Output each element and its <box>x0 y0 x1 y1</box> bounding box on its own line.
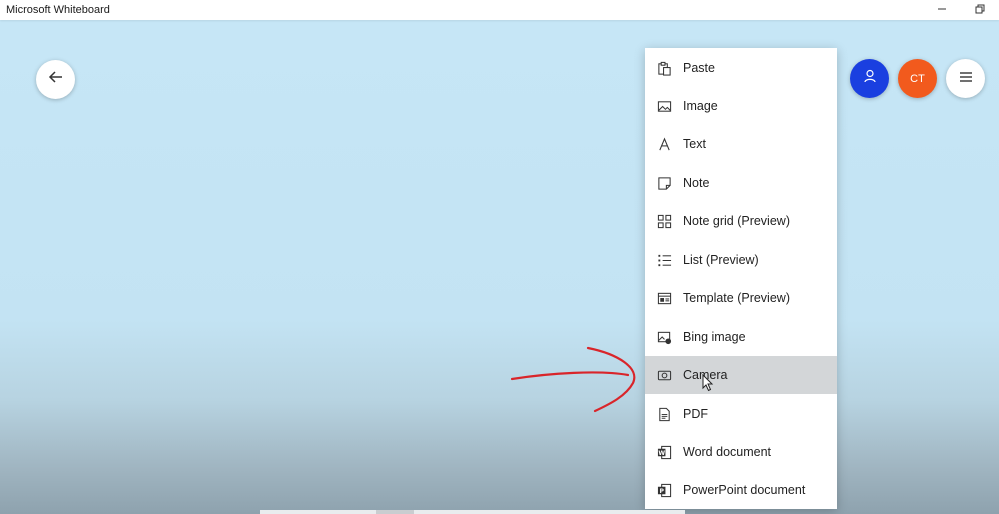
insert-menu: Paste Image Text Note Note grid (Preview… <box>645 48 837 509</box>
menu-item-image[interactable]: Image <box>645 87 837 125</box>
word-icon: W <box>656 444 672 460</box>
whiteboard-canvas[interactable] <box>0 20 999 514</box>
image-icon <box>656 98 672 114</box>
paste-icon <box>656 60 672 76</box>
restore-icon <box>975 4 985 17</box>
text-icon <box>656 136 672 152</box>
svg-text:P: P <box>659 487 664 494</box>
menu-item-text[interactable]: Text <box>645 125 837 163</box>
mouse-cursor-icon <box>702 374 714 392</box>
window-title: Microsoft Whiteboard <box>6 4 110 16</box>
menu-item-pdf[interactable]: PDF <box>645 395 837 433</box>
minimize-icon <box>937 4 947 17</box>
list-icon <box>656 252 672 268</box>
menu-item-bing-image[interactable]: Bing image <box>645 318 837 356</box>
menu-item-label: Note <box>683 176 710 190</box>
svg-text:W: W <box>658 449 665 456</box>
share-button[interactable] <box>850 59 889 98</box>
window-controls <box>923 0 999 20</box>
person-icon <box>863 69 877 88</box>
bing-image-icon <box>656 329 672 345</box>
bottom-toolbar[interactable] <box>260 510 685 514</box>
menu-item-label: PDF <box>683 407 708 421</box>
note-grid-icon <box>656 213 672 229</box>
powerpoint-icon: P <box>656 482 672 498</box>
hamburger-icon <box>959 70 973 88</box>
menu-item-label: Bing image <box>683 330 746 344</box>
menu-item-note[interactable]: Note <box>645 164 837 202</box>
menu-item-template[interactable]: Template (Preview) <box>645 279 837 317</box>
minimize-button[interactable] <box>923 0 961 20</box>
menu-item-label: Image <box>683 99 718 113</box>
menu-item-label: Note grid (Preview) <box>683 214 790 228</box>
title-bar: Microsoft Whiteboard <box>0 0 999 20</box>
settings-menu-button[interactable] <box>946 59 985 98</box>
avatar-initials: CT <box>910 72 925 85</box>
bottom-toolbar-selected-segment[interactable] <box>376 510 414 514</box>
menu-item-label: Text <box>683 137 706 151</box>
menu-item-label: PowerPoint document <box>683 483 806 497</box>
menu-item-paste[interactable]: Paste <box>645 49 837 87</box>
menu-item-label: List (Preview) <box>683 253 759 267</box>
avatar[interactable]: CT <box>898 59 937 98</box>
template-icon <box>656 290 672 306</box>
menu-item-word-document[interactable]: W Word document <box>645 433 837 471</box>
restore-button[interactable] <box>961 0 999 20</box>
note-icon <box>656 175 672 191</box>
camera-icon <box>656 367 672 383</box>
menu-item-list[interactable]: List (Preview) <box>645 241 837 279</box>
menu-item-label: Word document <box>683 445 772 459</box>
menu-item-label: Template (Preview) <box>683 291 790 305</box>
menu-item-note-grid[interactable]: Note grid (Preview) <box>645 202 837 240</box>
menu-item-label: Paste <box>683 61 715 75</box>
menu-item-powerpoint-document[interactable]: P PowerPoint document <box>645 471 837 509</box>
ink-arrow-annotation <box>510 346 636 413</box>
back-button[interactable] <box>36 60 75 99</box>
arrow-left-icon <box>48 69 64 90</box>
pdf-icon <box>656 406 672 422</box>
menu-item-camera[interactable]: Camera <box>645 356 837 394</box>
